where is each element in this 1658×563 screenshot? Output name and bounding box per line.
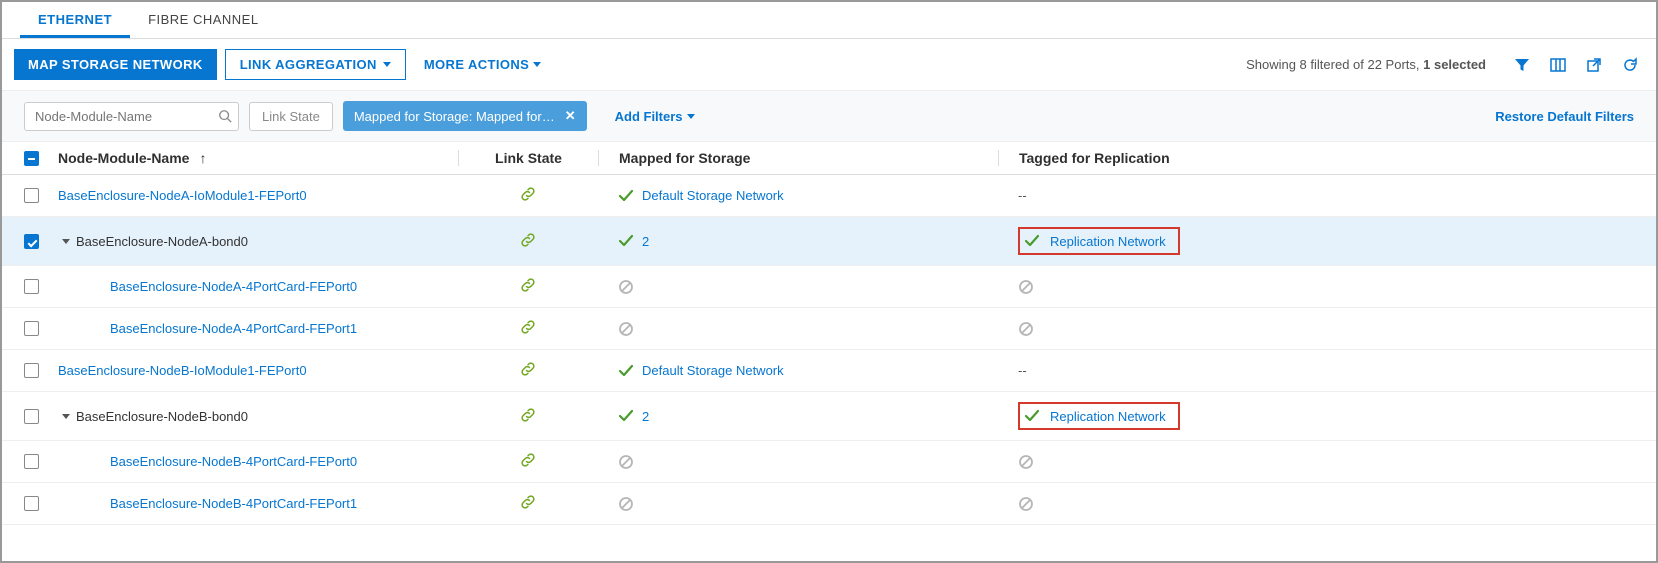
chevron-down-icon bbox=[533, 62, 541, 67]
map-storage-network-button[interactable]: MAP STORAGE NETWORK bbox=[14, 49, 217, 80]
tab-ethernet[interactable]: ETHERNET bbox=[20, 2, 130, 38]
no-value: -- bbox=[1018, 188, 1027, 203]
search-input[interactable] bbox=[24, 102, 239, 131]
add-filters-button[interactable]: Add Filters bbox=[615, 109, 695, 124]
filter-chip-mapped-storage[interactable]: Mapped for Storage: Mapped for… ✕ bbox=[343, 101, 587, 131]
link-state-icon bbox=[519, 451, 537, 469]
link-state-icon bbox=[519, 406, 537, 424]
link-aggregation-label: LINK AGGREGATION bbox=[240, 57, 377, 72]
link-state-icon bbox=[519, 185, 537, 203]
close-icon[interactable]: ✕ bbox=[565, 108, 576, 124]
add-filters-label: Add Filters bbox=[615, 109, 683, 124]
column-header-mapped-storage[interactable]: Mapped for Storage bbox=[598, 150, 998, 166]
link-state-icon bbox=[519, 360, 537, 378]
column-header-link-state[interactable]: Link State bbox=[458, 150, 598, 166]
replication-network-link[interactable]: Replication Network bbox=[1050, 409, 1166, 424]
not-applicable-icon bbox=[618, 496, 634, 512]
storage-network-link[interactable]: 2 bbox=[642, 234, 649, 249]
replication-network-link[interactable]: Replication Network bbox=[1050, 234, 1166, 249]
table-row[interactable]: BaseEnclosure-NodeA-4PortCard-FEPort1 bbox=[2, 308, 1656, 350]
tab-fibre-channel[interactable]: FIBRE CHANNEL bbox=[130, 2, 277, 38]
storage-network-link[interactable]: Default Storage Network bbox=[642, 363, 784, 378]
port-name[interactable]: BaseEnclosure-NodeB-4PortCard-FEPort1 bbox=[110, 496, 357, 511]
expand-chevron-icon[interactable] bbox=[62, 414, 70, 419]
check-icon bbox=[618, 233, 634, 249]
link-state-icon bbox=[519, 493, 537, 511]
status-selected: 1 selected bbox=[1423, 57, 1486, 72]
row-checkbox[interactable] bbox=[24, 234, 39, 249]
link-state-icon bbox=[519, 231, 537, 249]
storage-network-link[interactable]: Default Storage Network bbox=[642, 188, 784, 203]
not-applicable-icon bbox=[618, 454, 634, 470]
not-applicable-icon bbox=[1018, 454, 1034, 470]
refresh-icon[interactable] bbox=[1620, 55, 1640, 75]
not-applicable-icon bbox=[618, 321, 634, 337]
check-icon bbox=[618, 408, 634, 424]
not-applicable-icon bbox=[618, 279, 634, 295]
table-header: Node-Module-Name ↑ Link State Mapped for… bbox=[2, 142, 1656, 175]
filter-chip-label: Mapped for Storage: Mapped for… bbox=[354, 109, 555, 124]
check-icon bbox=[1024, 408, 1040, 424]
row-checkbox[interactable] bbox=[24, 363, 39, 378]
table-row[interactable]: BaseEnclosure-NodeB-IoModule1-FEPort0 Def… bbox=[2, 350, 1656, 392]
check-icon bbox=[618, 188, 634, 204]
table-row[interactable]: BaseEnclosure-NodeB-4PortCard-FEPort0 bbox=[2, 441, 1656, 483]
filter-bar: Link State Mapped for Storage: Mapped fo… bbox=[2, 90, 1656, 142]
more-actions-label: MORE ACTIONS bbox=[424, 57, 529, 72]
tabs: ETHERNET FIBRE CHANNEL bbox=[2, 2, 1656, 39]
select-all-checkbox[interactable] bbox=[24, 151, 39, 166]
not-applicable-icon bbox=[1018, 496, 1034, 512]
table-row[interactable]: BaseEnclosure-NodeA-bond0 2 Replication Ne… bbox=[2, 217, 1656, 266]
row-checkbox[interactable] bbox=[24, 321, 39, 336]
row-checkbox[interactable] bbox=[24, 409, 39, 424]
storage-network-link[interactable]: 2 bbox=[642, 409, 649, 424]
status-prefix: Showing 8 filtered of 22 Ports, bbox=[1246, 57, 1423, 72]
column-header-tagged-replication[interactable]: Tagged for Replication bbox=[998, 150, 1656, 166]
columns-icon[interactable] bbox=[1548, 55, 1568, 75]
row-checkbox[interactable] bbox=[24, 188, 39, 203]
filter-chip-link-state[interactable]: Link State bbox=[249, 102, 333, 131]
restore-default-filters[interactable]: Restore Default Filters bbox=[1495, 109, 1634, 124]
more-actions-button[interactable]: MORE ACTIONS bbox=[414, 50, 551, 79]
row-checkbox[interactable] bbox=[24, 454, 39, 469]
check-icon bbox=[1024, 233, 1040, 249]
sort-ascending-icon: ↑ bbox=[199, 150, 206, 166]
not-applicable-icon bbox=[1018, 321, 1034, 337]
toolbar: MAP STORAGE NETWORK LINK AGGREGATION MOR… bbox=[2, 39, 1656, 90]
link-state-icon bbox=[519, 276, 537, 294]
port-name: BaseEnclosure-NodeA-bond0 bbox=[76, 234, 248, 249]
search-icon bbox=[218, 109, 232, 123]
check-icon bbox=[618, 363, 634, 379]
chevron-down-icon bbox=[383, 62, 391, 67]
not-applicable-icon bbox=[1018, 279, 1034, 295]
table-row[interactable]: BaseEnclosure-NodeB-bond0 2 Replication Ne… bbox=[2, 392, 1656, 441]
port-name[interactable]: BaseEnclosure-NodeA-IoModule1-FEPort0 bbox=[58, 188, 307, 203]
row-checkbox[interactable] bbox=[24, 496, 39, 511]
port-name[interactable]: BaseEnclosure-NodeB-IoModule1-FEPort0 bbox=[58, 363, 307, 378]
search-box bbox=[24, 102, 239, 131]
port-name[interactable]: BaseEnclosure-NodeA-4PortCard-FEPort0 bbox=[110, 279, 357, 294]
port-name[interactable]: BaseEnclosure-NodeB-4PortCard-FEPort0 bbox=[110, 454, 357, 469]
port-name[interactable]: BaseEnclosure-NodeA-4PortCard-FEPort1 bbox=[110, 321, 357, 336]
port-name: BaseEnclosure-NodeB-bond0 bbox=[76, 409, 248, 424]
filter-icon[interactable] bbox=[1512, 55, 1532, 75]
expand-chevron-icon[interactable] bbox=[62, 239, 70, 244]
link-aggregation-button[interactable]: LINK AGGREGATION bbox=[225, 49, 406, 80]
chevron-down-icon bbox=[687, 114, 695, 119]
external-link-icon[interactable] bbox=[1584, 55, 1604, 75]
table-row[interactable]: BaseEnclosure-NodeA-IoModule1-FEPort0 Def… bbox=[2, 175, 1656, 217]
table-row[interactable]: BaseEnclosure-NodeB-4PortCard-FEPort1 bbox=[2, 483, 1656, 525]
table-row[interactable]: BaseEnclosure-NodeA-4PortCard-FEPort0 bbox=[2, 266, 1656, 308]
row-checkbox[interactable] bbox=[24, 279, 39, 294]
showing-status: Showing 8 filtered of 22 Ports, 1 select… bbox=[1246, 57, 1486, 72]
link-state-icon bbox=[519, 318, 537, 336]
column-header-name[interactable]: Node-Module-Name ↑ bbox=[58, 150, 458, 166]
ports-table: Node-Module-Name ↑ Link State Mapped for… bbox=[2, 142, 1656, 525]
no-value: -- bbox=[1018, 363, 1027, 378]
